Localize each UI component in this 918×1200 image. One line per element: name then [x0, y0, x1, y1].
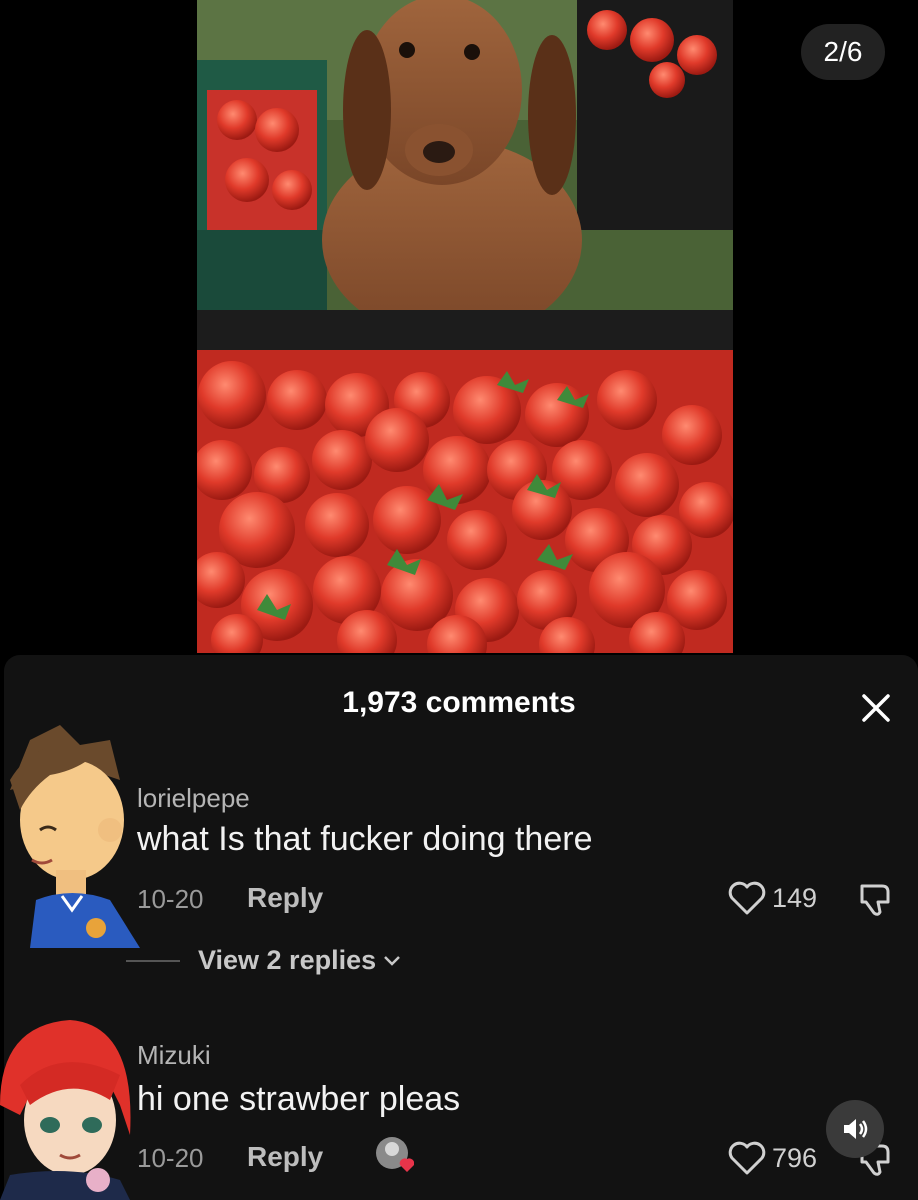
- comment-date: 10-20: [137, 1143, 204, 1173]
- close-icon: [862, 694, 890, 722]
- comment-text: hi one strawber pleas: [137, 1080, 461, 1118]
- creator-liked-avatar: [374, 1135, 415, 1175]
- thumbs-down-icon: [860, 884, 890, 916]
- video-area[interactable]: 2/6: [0, 0, 918, 660]
- like-button[interactable]: 796: [728, 1140, 817, 1176]
- view-replies-label: View 2 replies: [198, 945, 377, 975]
- avatar[interactable]: [0, 720, 142, 948]
- reply-button[interactable]: Reply: [247, 882, 323, 914]
- chevron-down-icon: [384, 955, 401, 966]
- speaker-icon: [844, 1119, 868, 1139]
- comment-date: 10-20: [137, 884, 204, 914]
- media-counter: 2/6: [801, 24, 885, 80]
- video-frame[interactable]: [197, 0, 733, 653]
- dislike-button[interactable]: [856, 880, 896, 920]
- reply-button[interactable]: Reply: [247, 1141, 323, 1173]
- comment-username[interactable]: Mizuki: [137, 1040, 211, 1071]
- comment-username[interactable]: lorielpepe: [137, 783, 250, 814]
- close-button[interactable]: [856, 688, 896, 728]
- sound-button[interactable]: [826, 1100, 884, 1158]
- heart-outline-icon: [728, 881, 766, 915]
- like-count: 796: [772, 1142, 818, 1173]
- like-count: 149: [772, 882, 818, 913]
- divider-line: [126, 959, 180, 962]
- comments-count-title: 1,973 comments: [342, 686, 576, 719]
- dog-strawberries-image: [197, 0, 733, 653]
- view-replies-button[interactable]: View 2 replies: [126, 945, 402, 976]
- heart-outline-icon: [728, 1141, 766, 1175]
- comment-text: what Is that fucker doing there: [137, 820, 593, 858]
- avatar[interactable]: [0, 1015, 136, 1200]
- like-button[interactable]: 149: [728, 880, 817, 916]
